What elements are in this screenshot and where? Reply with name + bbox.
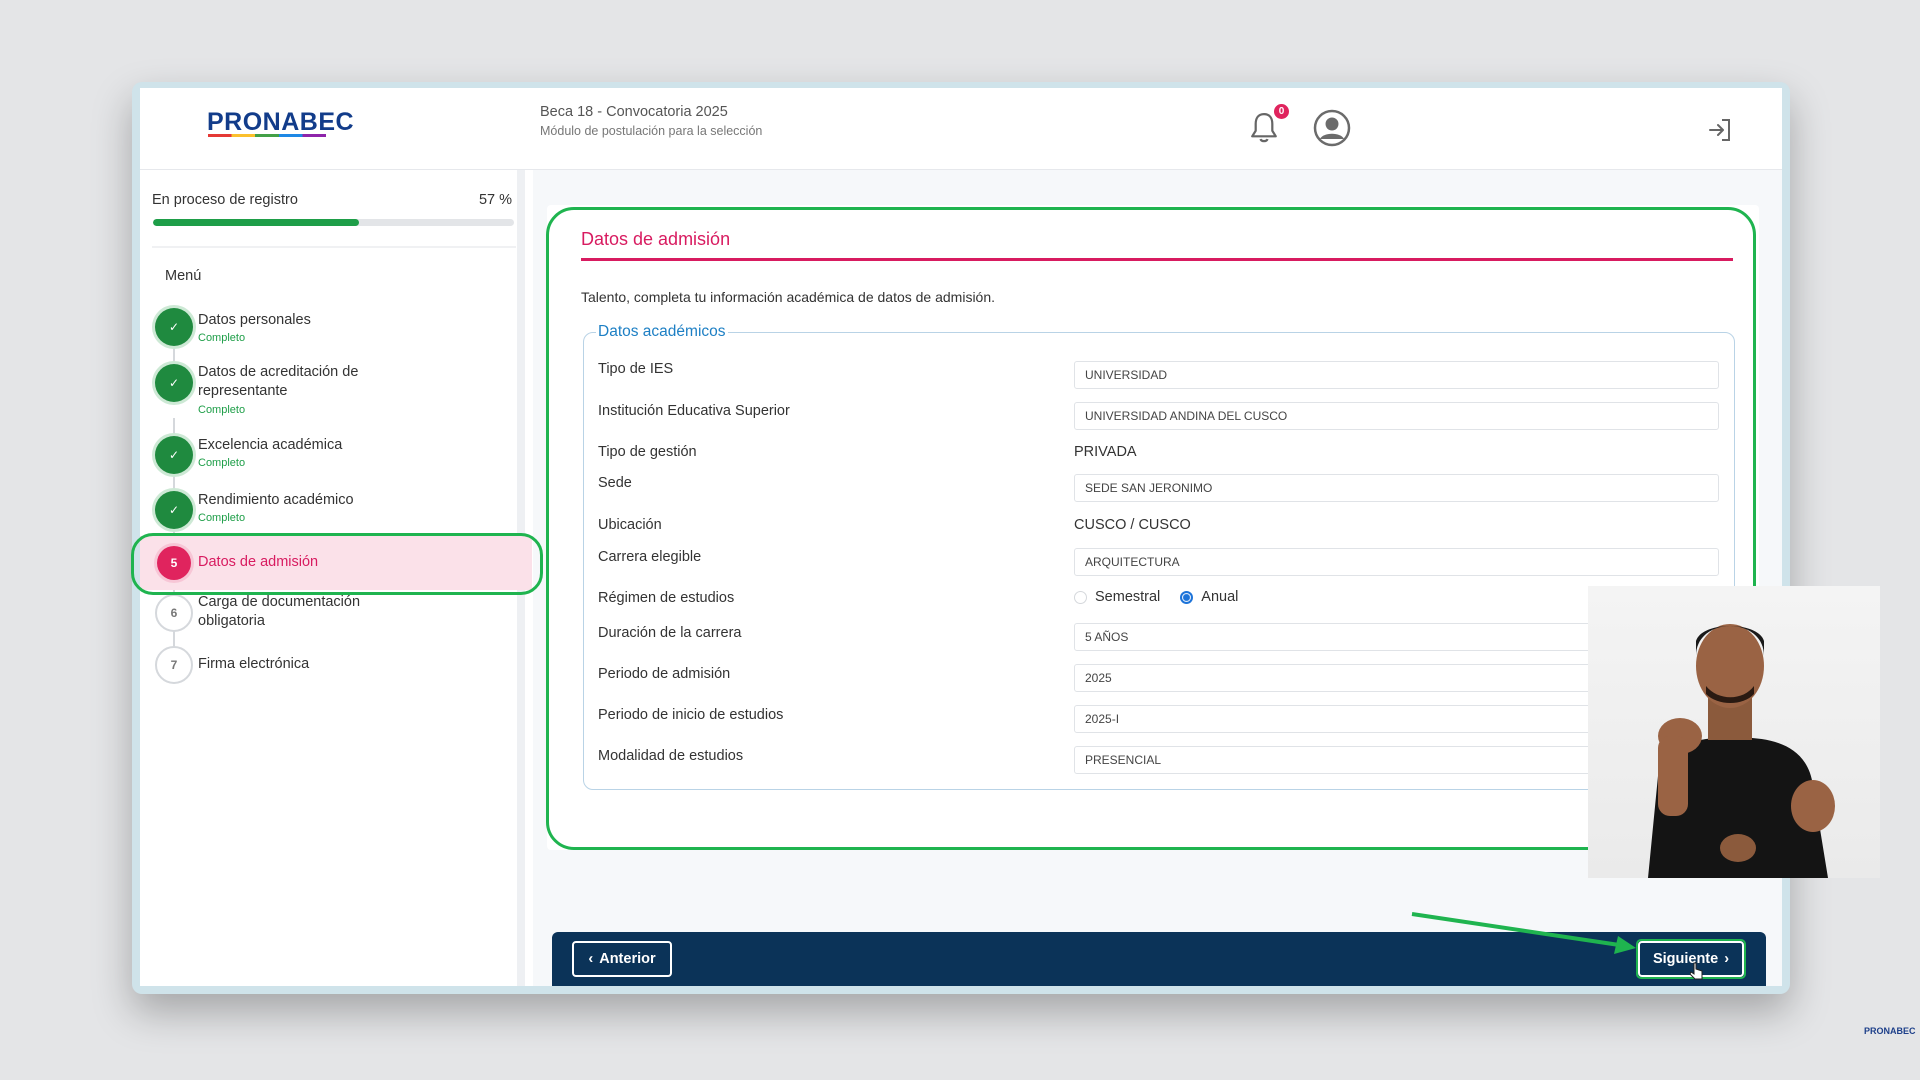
step-title: Firma electrónica <box>198 656 310 672</box>
header-title: Beca 18 - Convocatoria 2025 <box>540 104 728 120</box>
step-title: Rendimiento académico <box>198 492 354 508</box>
logo-underline <box>208 134 326 137</box>
highlight-ring <box>131 533 543 595</box>
progress-percent: 57 % <box>478 192 512 208</box>
watermark-logo: PRONABEC <box>1864 1026 1916 1036</box>
step-title: Datos de acreditación de representante <box>198 364 359 399</box>
step-status: Completo <box>198 404 246 416</box>
pointer-arrow-icon <box>1411 912 1636 954</box>
sidebar-item-excelencia[interactable]: ✓ Excelencia académica Completo <box>140 434 525 484</box>
sidebar-item-acreditacion[interactable]: ✓ Datos de acreditación de representante… <box>140 362 525 422</box>
menu-label: Menú <box>165 268 202 284</box>
header-subtitle: Módulo de postulación para la selección <box>540 124 763 138</box>
sidebar-item-rendimiento[interactable]: ✓ Rendimiento académico Completo <box>140 489 525 539</box>
highlight-ring <box>546 207 1756 850</box>
step-status: Completo <box>198 457 246 469</box>
previous-button-label: Anterior <box>599 951 656 967</box>
progress-bar-fill <box>153 219 359 226</box>
check-icon: ✓ <box>155 364 193 402</box>
next-button-label: Siguiente <box>1652 951 1719 967</box>
pronabec-logo[interactable]: PRONABEC <box>207 108 354 137</box>
sidebar-item-documentacion[interactable]: 6 Carga de documentación obligatoria <box>140 592 525 636</box>
step-number: 6 <box>155 594 193 632</box>
sidebar-divider <box>152 246 516 248</box>
progress-label: En proceso de registro <box>152 192 298 208</box>
step-title: Datos personales <box>198 312 311 328</box>
check-icon: ✓ <box>155 491 193 529</box>
progress-bar <box>153 219 514 226</box>
logout-icon[interactable] <box>1706 116 1734 144</box>
check-icon: ✓ <box>155 436 193 474</box>
step-title: Excelencia académica <box>198 437 343 453</box>
user-avatar-icon[interactable] <box>1312 108 1352 148</box>
chevron-left-icon: ‹ <box>588 951 594 967</box>
previous-button[interactable]: ‹ Anterior <box>572 941 672 977</box>
step-status: Completo <box>198 332 246 344</box>
chevron-right-icon: › <box>1724 951 1730 967</box>
sidebar-item-firma[interactable]: 7 Firma electrónica <box>140 644 525 684</box>
step-number: 7 <box>155 646 193 684</box>
app-header <box>140 88 1782 170</box>
mouse-cursor-icon <box>1690 962 1703 980</box>
sign-language-interpreter <box>1588 586 1880 878</box>
step-title: Carga de documentación obligatoria <box>198 594 361 629</box>
step-status: Completo <box>198 512 246 524</box>
sidebar-item-datos-personales[interactable]: ✓ Datos personales Completo <box>140 305 525 355</box>
check-icon: ✓ <box>155 308 193 346</box>
interpreter-image <box>1648 624 1835 878</box>
notification-badge: 0 <box>1274 104 1289 119</box>
